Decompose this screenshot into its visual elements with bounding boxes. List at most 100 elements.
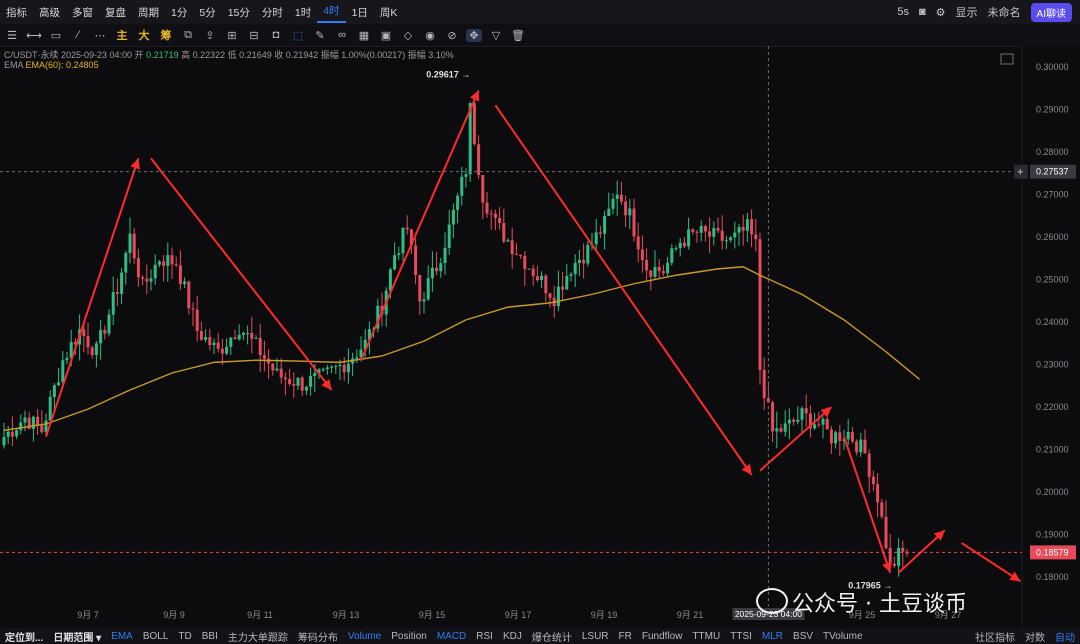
- tag-icon[interactable]: ◇: [400, 29, 416, 42]
- candle-body: [666, 262, 670, 274]
- indicator-bsv[interactable]: BSV: [788, 631, 818, 642]
- candle-body: [859, 439, 863, 453]
- indicator-mlr[interactable]: MLR: [757, 631, 788, 642]
- period-1h[interactable]: 1时: [289, 5, 317, 20]
- bottom-right-1[interactable]: 对数: [1020, 629, 1050, 644]
- period-menu[interactable]: 周期: [132, 5, 165, 20]
- indicator-lsur[interactable]: LSUR: [577, 631, 614, 642]
- period-1w[interactable]: 周K: [374, 5, 404, 20]
- indicator-ttmu[interactable]: TTMU: [687, 631, 725, 642]
- period-5m[interactable]: 5分: [193, 5, 221, 20]
- more-tools-icon[interactable]: ⋯: [92, 29, 108, 42]
- trend-arrow-line: [150, 157, 333, 391]
- indicator-kdj[interactable]: KDJ: [498, 631, 527, 642]
- info-symbol: C/USDT·永续 2025-09-23 04:00 开: [4, 50, 144, 60]
- candle-body: [136, 258, 140, 278]
- period-4h[interactable]: 4时: [317, 1, 346, 23]
- candle-body: [477, 144, 481, 176]
- indicator-volume[interactable]: Volume: [343, 631, 386, 642]
- indicators-menu[interactable]: 指标: [0, 5, 33, 20]
- eye-icon[interactable]: ◉: [422, 29, 438, 42]
- trend-line-icon[interactable]: ⁄: [70, 29, 86, 41]
- candle-body: [296, 377, 300, 386]
- bottom-right-2[interactable]: 自动: [1050, 629, 1080, 644]
- camera-icon[interactable]: ◙: [919, 6, 926, 18]
- candle-body: [640, 249, 644, 260]
- link-icon[interactable]: ∞: [334, 29, 350, 41]
- period-1d[interactable]: 1日: [346, 5, 374, 20]
- indicator-position[interactable]: Position: [386, 631, 432, 642]
- display-button[interactable]: 显示: [956, 4, 978, 20]
- account-label[interactable]: 未命名: [988, 4, 1021, 20]
- clipboard-icon[interactable]: ▣: [378, 29, 394, 42]
- candle-body: [355, 357, 359, 359]
- indicator-macd[interactable]: MACD: [432, 631, 471, 642]
- copy-icon[interactable]: ⧉: [180, 29, 196, 42]
- candle-body: [120, 272, 124, 294]
- bottom-right-0[interactable]: 社区指标: [970, 629, 1020, 644]
- menu-icon[interactable]: ☰: [4, 29, 20, 42]
- bottom-left-1[interactable]: 日期范围 ▾: [48, 629, 106, 644]
- indicator-ema[interactable]: EMA: [106, 631, 138, 642]
- replay-menu[interactable]: 复盘: [99, 5, 132, 20]
- filter-icon[interactable]: ▽: [488, 29, 504, 42]
- hide-icon[interactable]: ⊘: [444, 29, 460, 42]
- trash-icon[interactable]: 🗑: [510, 29, 526, 42]
- indicator-筹码分布[interactable]: 筹码分布: [293, 629, 343, 644]
- period-1m[interactable]: 1分: [165, 5, 193, 20]
- candle-body: [674, 248, 678, 250]
- big-order-button[interactable]: 大: [136, 27, 152, 43]
- candle-body: [439, 263, 443, 272]
- indicator-boll[interactable]: BOLL: [138, 631, 174, 642]
- candle-body: [128, 233, 132, 254]
- chips-button[interactable]: 筹: [158, 27, 174, 43]
- pen-icon[interactable]: ✎: [312, 29, 328, 42]
- candle-body: [216, 342, 220, 349]
- bottom-left-0[interactable]: 定位到...: [0, 629, 48, 644]
- high-price-label: 0.29617 →: [426, 69, 470, 79]
- crosshair-price-label: 0.27537: [1036, 167, 1069, 177]
- indicator-主力大单跟踪[interactable]: 主力大单跟踪: [223, 629, 293, 644]
- candle-body: [82, 329, 86, 337]
- indicator-ttsi[interactable]: TTSI: [725, 631, 757, 642]
- indicator-tvolume[interactable]: TVolume: [818, 631, 867, 642]
- candle-body: [548, 293, 552, 298]
- candle-body: [170, 255, 174, 265]
- candle-body: [804, 408, 808, 414]
- indicator-fundflow[interactable]: Fundflow: [637, 631, 688, 642]
- candle-body: [283, 377, 287, 380]
- price-chart[interactable]: 0.30000 0.29000 0.28000 0.27000 0.26000 0.250…: [0, 46, 1080, 628]
- candle-body: [745, 219, 749, 231]
- period-timeline[interactable]: 分时: [256, 5, 289, 20]
- rectangle-icon[interactable]: ▭: [48, 29, 64, 42]
- indicator-td[interactable]: TD: [173, 631, 196, 642]
- interval-label[interactable]: 5s: [897, 6, 909, 18]
- lock-icon[interactable]: ⊟: [246, 29, 262, 42]
- candle-body: [825, 418, 829, 430]
- share-icon[interactable]: ⇪: [202, 29, 218, 42]
- indicator-爆仓统计[interactable]: 爆仓统计: [527, 629, 577, 644]
- ai-button[interactable]: AI聊读: [1030, 2, 1072, 22]
- main-force-button[interactable]: 主: [114, 27, 130, 43]
- y-tick-label: 0.19000: [1036, 530, 1069, 540]
- ruler-icon[interactable]: ▦: [356, 29, 372, 42]
- camera-tool-icon[interactable]: ◘: [268, 29, 284, 41]
- candle-body: [132, 233, 136, 259]
- magnet-icon[interactable]: ✥: [466, 28, 482, 42]
- candle-body: [762, 369, 766, 399]
- multi-window-menu[interactable]: 多窗: [66, 5, 99, 20]
- indicator-bbi[interactable]: BBI: [197, 631, 223, 642]
- candle-body: [514, 254, 518, 256]
- select-icon[interactable]: ⬚: [290, 29, 306, 42]
- period-15m[interactable]: 15分: [222, 5, 256, 20]
- indicator-rsi[interactable]: RSI: [471, 631, 498, 642]
- grid-icon[interactable]: ⊞: [224, 29, 240, 42]
- y-tick-label: 0.28000: [1036, 147, 1069, 157]
- candle-body: [254, 337, 258, 339]
- advanced-menu[interactable]: 高级: [33, 5, 66, 20]
- candle-body: [594, 232, 598, 245]
- indicator-fr[interactable]: FR: [614, 631, 637, 642]
- candle-body: [397, 253, 401, 256]
- horizontal-line-icon[interactable]: ⟷: [26, 29, 42, 42]
- settings-icon[interactable]: ⚙: [936, 6, 946, 19]
